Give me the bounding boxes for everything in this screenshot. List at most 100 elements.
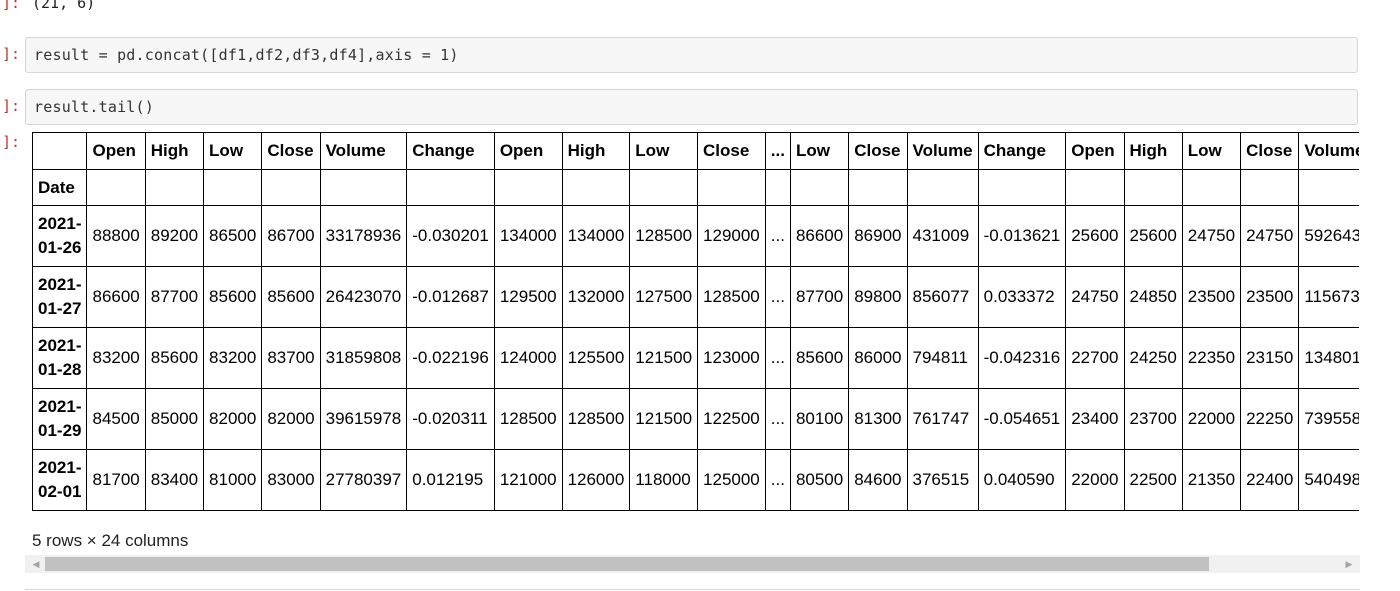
table-cell: 132000: [561, 266, 631, 328]
table-cell: 85600: [144, 327, 205, 389]
empty-header-cell: [1298, 169, 1359, 206]
column-header: Open: [493, 132, 563, 170]
column-header: Low: [629, 132, 699, 170]
table-cell: ...: [764, 266, 791, 328]
table-cell: ...: [764, 388, 791, 450]
column-header: ...: [764, 132, 791, 170]
table-cell: 125500: [561, 327, 631, 389]
table-cell: -0.020311: [406, 388, 495, 450]
table-cell: 129000: [697, 205, 766, 267]
table-cell: 86900: [848, 205, 908, 267]
column-header: Close: [697, 132, 766, 170]
column-header: Volume: [319, 132, 408, 170]
table-cell: 5404987: [1298, 449, 1359, 511]
table-cell: 22250: [1240, 388, 1300, 450]
table-cell: 121500: [629, 327, 699, 389]
table-cell: 7395582: [1298, 388, 1359, 450]
table-cell: -0.042316: [977, 327, 1067, 389]
table-cell: 0.040590: [977, 449, 1067, 511]
table-row: 2021-01-28 83200 85600 83200 83700 31859808 -0…: [32, 327, 1359, 389]
table-cell: 24750: [1240, 205, 1300, 267]
row-index-label: 2021-01-29: [32, 388, 88, 450]
table-cell: 22000: [1181, 388, 1242, 450]
empty-header-cell: [906, 169, 979, 206]
table-cell: 121500: [629, 388, 699, 450]
empty-header-cell: [629, 169, 699, 206]
table-cell: 431009: [906, 205, 979, 267]
table-cell: 22700: [1065, 327, 1125, 389]
cell-divider: [25, 589, 1360, 590]
table-cell: 26423070: [319, 266, 408, 328]
table-cell: 86000: [848, 327, 908, 389]
table-cell: 128500: [629, 205, 699, 267]
row-index-label: 2021-01-26: [32, 205, 88, 267]
table-row: 2021-01-27 86600 87700 85600 85600 26423070 -0…: [32, 266, 1359, 328]
table-cell: 82000: [261, 388, 321, 450]
table-cell: 83000: [261, 449, 321, 511]
table-cell: 84500: [86, 388, 146, 450]
table-cell: -0.022196: [406, 327, 495, 389]
empty-header-cell: [86, 169, 146, 206]
empty-header-cell: [203, 169, 263, 206]
table-cell: -0.012687: [406, 266, 495, 328]
table-cell: 123000: [697, 327, 766, 389]
empty-header-cell: [977, 169, 1067, 206]
empty-header-cell: [319, 169, 408, 206]
table-cell: 125000: [697, 449, 766, 511]
index-name-header: Date: [32, 169, 88, 206]
table-cell: 24750: [1181, 205, 1242, 267]
column-header: Low: [1181, 132, 1242, 170]
code-cell-input[interactable]: result.tail(): [25, 89, 1358, 125]
empty-header-cell: [848, 169, 908, 206]
table-cell: 761747: [906, 388, 979, 450]
empty-header-cell: [764, 169, 791, 206]
horizontal-scrollbar[interactable]: ◀ ▶: [25, 555, 1360, 573]
table-cell: 122500: [697, 388, 766, 450]
table-cell: 81700: [86, 449, 146, 511]
code-text: result.tail(): [34, 98, 154, 116]
table-cell: 121000: [493, 449, 563, 511]
table-cell: 86700: [261, 205, 321, 267]
table-cell: -0.030201: [406, 205, 495, 267]
table-cell: 89800: [848, 266, 908, 328]
table-cell: 80100: [789, 388, 850, 450]
table-cell: ...: [764, 449, 791, 511]
table-cell: 33178936: [319, 205, 408, 267]
index-name-row: Date: [32, 169, 1359, 206]
table-cell: 86600: [86, 266, 146, 328]
table-cell: 23500: [1181, 266, 1242, 328]
code-cell-input[interactable]: result = pd.concat([df1,df2,df3,df4],axi…: [25, 37, 1358, 73]
table-cell: 128500: [561, 388, 631, 450]
column-header: Volume: [906, 132, 979, 170]
table-row: 2021-01-26 88800 89200 86500 86700 33178936 -0…: [32, 205, 1359, 267]
table-cell: 127500: [629, 266, 699, 328]
empty-header-cell: [406, 169, 495, 206]
table-cell: 13480110: [1298, 327, 1359, 389]
column-header: Volume: [1298, 132, 1359, 170]
table-cell: 85600: [203, 266, 263, 328]
table-cell: 126000: [561, 449, 631, 511]
column-header-row: Open High Low Close Volume Change Open High Low C…: [32, 132, 1359, 170]
table-cell: 84600: [848, 449, 908, 511]
column-header: Change: [977, 132, 1067, 170]
table-cell: 81300: [848, 388, 908, 450]
scroll-left-arrow-icon[interactable]: ◀: [27, 555, 45, 573]
scroll-right-arrow-icon[interactable]: ▶: [1340, 555, 1358, 573]
table-cell: 24850: [1123, 266, 1183, 328]
table-cell: 134000: [493, 205, 563, 267]
table-cell: 128500: [493, 388, 563, 450]
table-cell: 0.033372: [977, 266, 1067, 328]
table-cell: 87700: [789, 266, 850, 328]
table-cell: 83700: [261, 327, 321, 389]
table-cell: 23400: [1065, 388, 1125, 450]
table-cell: 23700: [1123, 388, 1183, 450]
table-cell: 83200: [86, 327, 146, 389]
empty-header-cell: [144, 169, 205, 206]
table-cell: 39615978: [319, 388, 408, 450]
scrollbar-thumb[interactable]: [45, 557, 1209, 571]
table-cell: 376515: [906, 449, 979, 511]
input-prompt: ]:: [2, 45, 21, 63]
empty-header-cell: [1123, 169, 1183, 206]
code-text: result = pd.concat([df1,df2,df3,df4],axi…: [34, 46, 459, 64]
row-index-label: 2021-01-27: [32, 266, 88, 328]
